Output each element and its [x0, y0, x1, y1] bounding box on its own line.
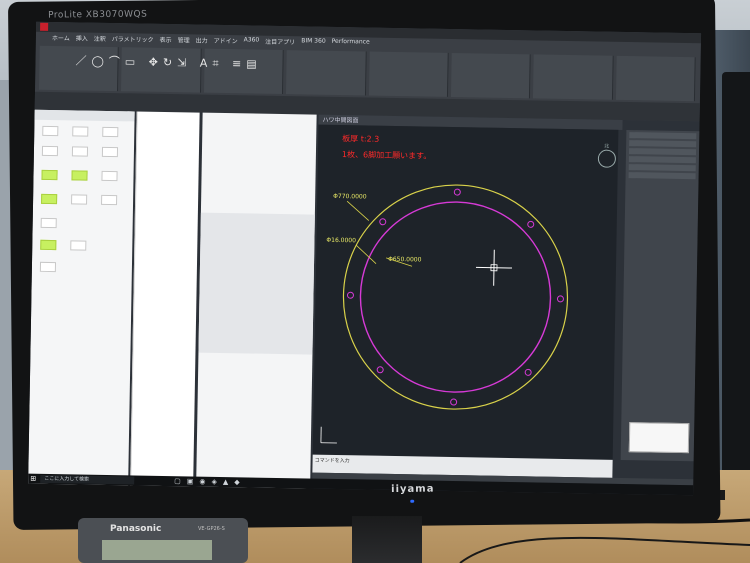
tab-annotate[interactable]: 注釈 [94, 34, 106, 44]
properties-list-empty-area [198, 212, 315, 355]
bolt-hole [450, 398, 458, 406]
palette-thumb[interactable] [40, 217, 57, 229]
tab-performance[interactable]: Performance [332, 38, 370, 49]
windows-start-icon[interactable]: ⊞ [28, 474, 38, 484]
ribbon-tool-icons[interactable]: ／◯⌒▭ ✥↻⇲ A⌗ ≡▤ [75, 52, 261, 71]
bolt-hole [556, 295, 564, 303]
bolt-hole [379, 218, 387, 226]
bolt-hole [346, 291, 354, 299]
taskbar-search-input[interactable]: ここに入力して検索 [40, 474, 135, 485]
tool-palette [28, 109, 135, 486]
palette-thumb[interactable] [41, 145, 59, 157]
power-led [410, 499, 415, 503]
tab-bim360[interactable]: BIM 360 [301, 37, 326, 47]
prop-row[interactable] [628, 172, 696, 180]
palette-thumb[interactable] [101, 146, 119, 158]
leader-inner [386, 257, 413, 267]
ribbon-panel-utilities[interactable] [615, 55, 696, 102]
tool-palette-header [34, 109, 135, 122]
bolt-hole [453, 188, 461, 196]
palette-thumb[interactable] [72, 126, 89, 137]
palette-thumb[interactable] [39, 261, 57, 273]
autocad-logo-icon[interactable] [40, 22, 49, 31]
palette-thumb[interactable] [71, 194, 88, 205]
palette-thumb[interactable] [41, 169, 58, 181]
palette-thumb[interactable] [40, 239, 57, 251]
monitor-stand [352, 516, 422, 563]
outer-circle [342, 184, 569, 410]
prop-row[interactable] [629, 132, 697, 140]
palette-thumb[interactable] [42, 125, 59, 137]
device-lcd [102, 540, 212, 560]
flange-drawing [320, 184, 569, 444]
monitor: ProLite XB3070WQS ホーム 挿入 注釈 パラメトリック 表示 管… [8, 0, 721, 530]
palette-thumb[interactable] [101, 170, 118, 182]
monitor-brand-logo: iiyama [391, 483, 435, 496]
tab-manage[interactable]: 管理 [178, 35, 190, 45]
layer-panel [130, 111, 200, 487]
palette-thumb[interactable] [71, 170, 88, 181]
palette-thumb[interactable] [101, 194, 118, 206]
tab-parametric[interactable]: パラメトリック [112, 34, 154, 45]
prop-row[interactable] [629, 140, 697, 148]
device-model-label: VE-GP26-S [198, 526, 225, 532]
monitor-model-label: ProLite XB3070WQS [48, 9, 148, 21]
tab-a360[interactable]: A360 [244, 36, 260, 46]
properties-panel [620, 130, 700, 462]
ribbon: ホーム 挿入 注釈 パラメトリック 表示 管理 出力 アドイン A360 注目ア… [34, 21, 702, 122]
crosshair-v [493, 249, 495, 286]
prop-row[interactable] [628, 164, 696, 172]
tab-output[interactable]: 出力 [196, 35, 208, 45]
palette-thumb[interactable] [102, 126, 119, 138]
palette-thumb[interactable] [70, 240, 87, 251]
ribbon-panel-layers[interactable] [286, 50, 367, 96]
properties-list-panel [196, 112, 317, 489]
tab-home[interactable]: ホーム [52, 33, 70, 43]
tab-insert[interactable]: 挿入 [76, 33, 88, 43]
leader-outer [346, 200, 370, 221]
ribbon-panel-block[interactable] [368, 51, 449, 97]
bolt-hole [527, 220, 535, 228]
prop-row[interactable] [628, 148, 697, 156]
device-brand-label: Panasonic [110, 524, 162, 534]
tab-view[interactable]: 表示 [160, 35, 172, 45]
inner-circle [359, 201, 552, 393]
tab-featured-apps[interactable]: 注目アプリ [265, 37, 295, 48]
drawing-canvas[interactable]: 板厚 t:2.3 1枚、6脚加工願います。 Φ770.0000 Φ16.0000… [312, 124, 619, 460]
ribbon-panel-groups[interactable] [533, 54, 614, 100]
side-monitor [722, 72, 750, 502]
ribbon-panel-properties[interactable] [450, 52, 531, 99]
prop-row[interactable] [628, 156, 696, 164]
bolt-hole [376, 366, 384, 374]
notification-popup[interactable] [628, 422, 690, 454]
palette-thumb[interactable] [71, 146, 89, 157]
taskbar-app-icons[interactable]: ▢▣◉◈▲◆ [174, 477, 246, 486]
desk-device: Panasonic VE-GP26-S [78, 518, 248, 563]
bolt-hole [524, 368, 532, 376]
tab-addins[interactable]: アドイン [214, 36, 238, 46]
screen: ホーム 挿入 注釈 パラメトリック 表示 管理 出力 アドイン A360 注目ア… [28, 21, 702, 496]
palette-thumb[interactable] [41, 193, 58, 205]
